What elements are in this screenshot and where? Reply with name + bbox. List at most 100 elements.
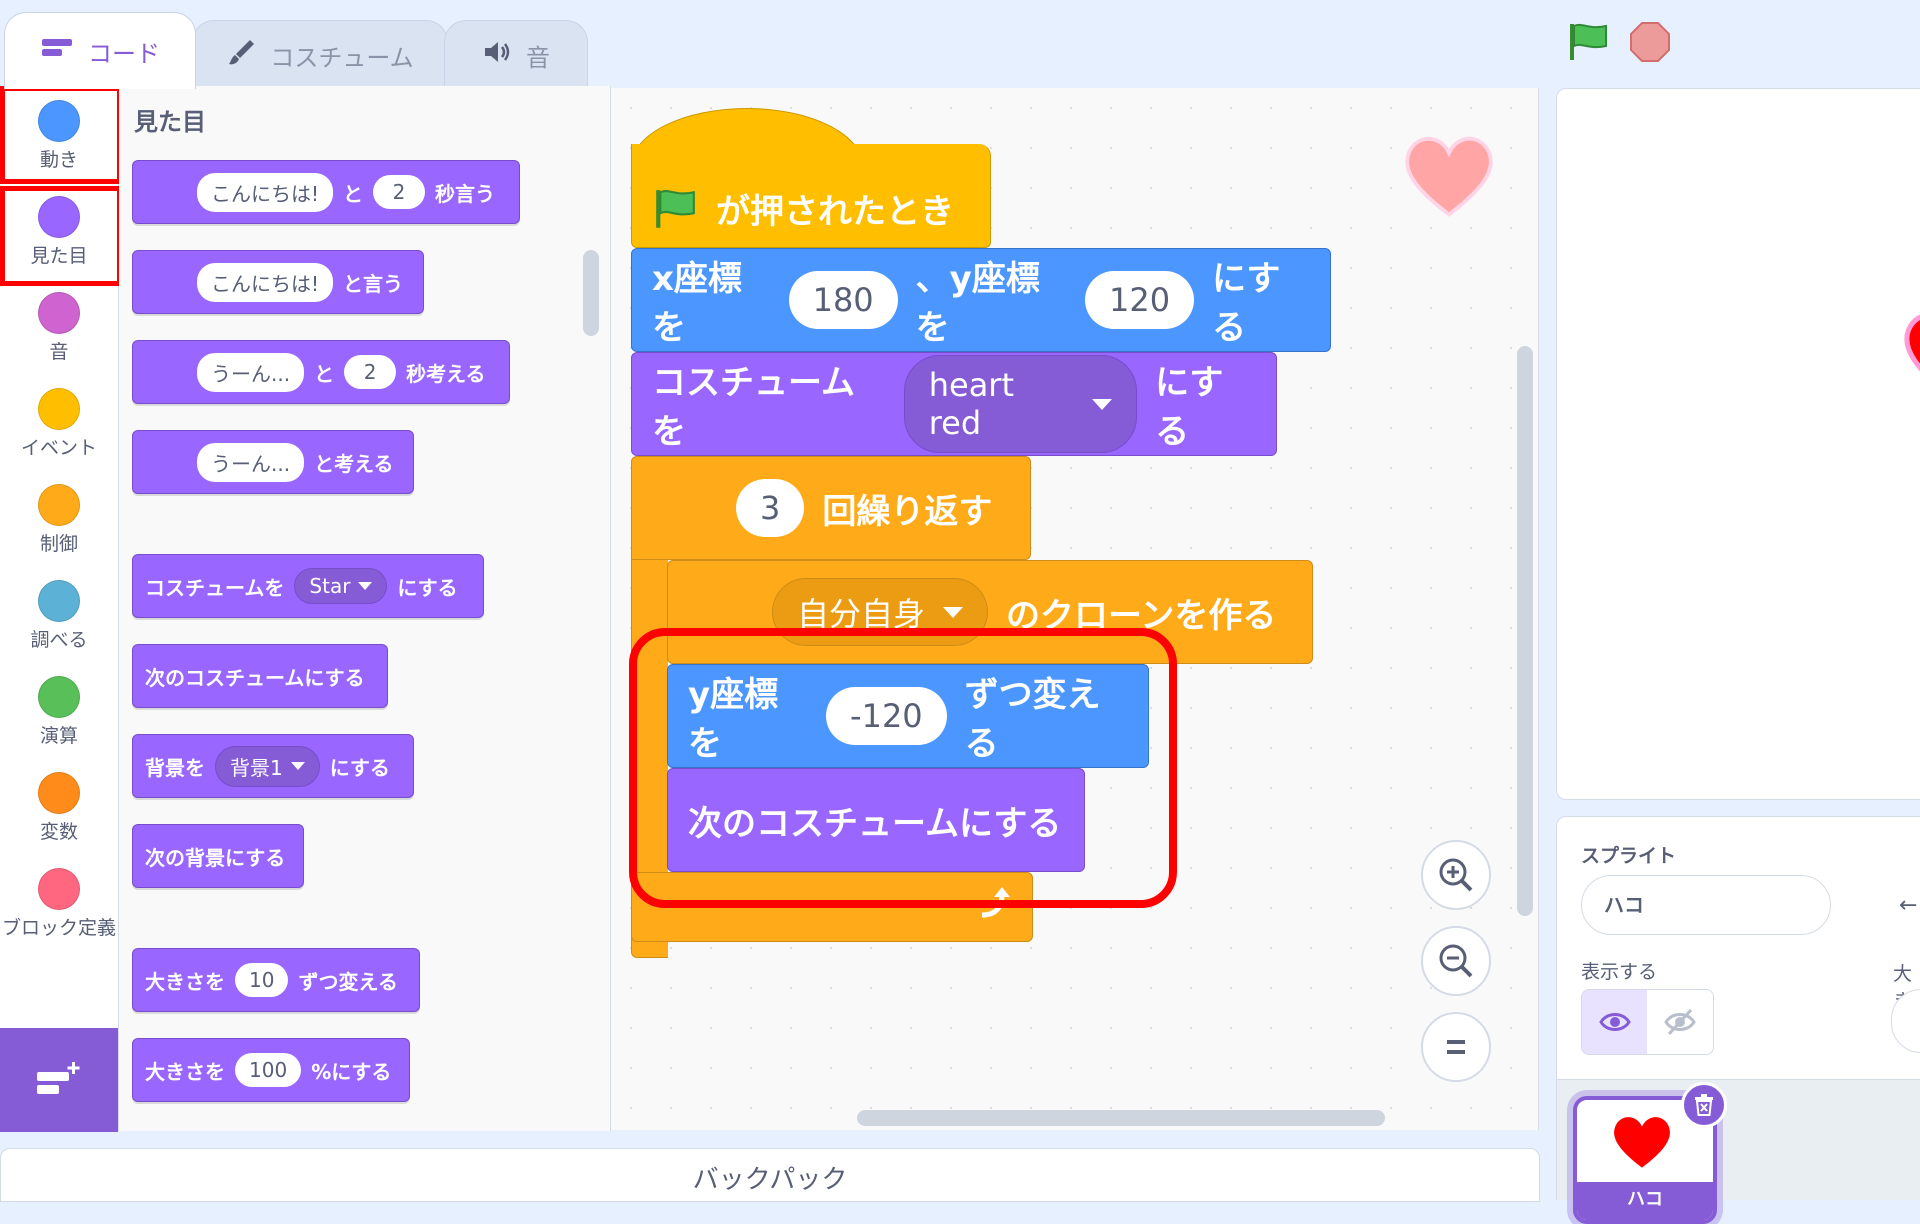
say-secs-input[interactable]: 2 — [373, 175, 426, 209]
current-sprite-heart-icon — [1401, 128, 1497, 224]
show-sprite-button[interactable] — [1581, 989, 1649, 1055]
stage-sprite-heart-icon — [1895, 289, 1920, 409]
sprite-name-label: スプライト — [1581, 845, 1677, 867]
change-size-input[interactable]: 10 — [235, 963, 289, 997]
tab-code[interactable]: コード — [4, 12, 196, 89]
tab-sounds-label: 音 — [526, 43, 550, 72]
think-text-input[interactable]: うーん... — [197, 352, 305, 392]
set-size-input[interactable]: 100 — [235, 1053, 302, 1087]
backpack[interactable]: バックパック — [0, 1148, 1540, 1202]
costume-dropdown-value: Star — [309, 574, 351, 598]
say-text-input[interactable]: こんにちは! — [197, 172, 334, 212]
dropdown-arrow-icon — [290, 762, 305, 770]
think-block[interactable]: うーん... と考える — [132, 430, 414, 494]
highlight-box-motion — [0, 86, 122, 184]
think-secs-input[interactable]: 2 — [344, 355, 397, 389]
sprite-tile-name: ハコ — [1577, 1182, 1713, 1220]
think-text-input[interactable]: うーん... — [197, 442, 305, 482]
zoom-reset-button[interactable] — [1421, 1012, 1491, 1082]
my-blocks-color-dot — [38, 868, 80, 910]
zoom-out-button[interactable] — [1421, 926, 1491, 996]
say-for-secs-block[interactable]: こんにちは! と 2 秒言う — [132, 160, 520, 224]
trash-icon — [1695, 1094, 1713, 1116]
switch-costume-block[interactable]: コスチュームを heart red にする — [631, 352, 1277, 456]
change-size-block[interactable]: 大きさを 10 ずつ変える — [132, 948, 420, 1012]
tab-sounds[interactable]: 音 — [444, 20, 588, 89]
zoom-reset-icon — [1447, 1040, 1465, 1054]
backdrop-dropdown[interactable]: 背景1 — [215, 745, 320, 787]
dropdown-arrow-icon — [943, 606, 964, 618]
category-variables[interactable]: 変数 — [0, 772, 118, 846]
workspace-horizontal-scrollbar[interactable] — [857, 1110, 1385, 1126]
block-text: 次の背景にする — [145, 845, 286, 870]
say-block[interactable]: こんにちは! と言う — [132, 250, 424, 314]
costume-dropdown[interactable]: Star — [294, 568, 388, 604]
stage[interactable] — [1556, 88, 1920, 800]
speaker-icon — [482, 39, 512, 72]
block-text: 秒言う — [435, 181, 496, 206]
say-text-input[interactable]: こんにちは! — [197, 262, 334, 302]
switch-backdrop-block[interactable]: 背景を 背景1 にする — [132, 734, 414, 798]
next-backdrop-block[interactable]: 次の背景にする — [132, 824, 304, 888]
stop-button[interactable] — [1630, 22, 1670, 62]
repeat-block[interactable]: 3 回繰り返す — [631, 456, 1031, 560]
block-text: 大きさを — [145, 969, 225, 994]
block-text: と言う — [343, 271, 404, 296]
category-my-blocks[interactable]: ブロック定義 — [0, 868, 118, 942]
block-text: 回繰り返す — [822, 491, 993, 532]
go-to-xy-block[interactable]: x座標を 180 、y座標を 120 にする — [631, 248, 1331, 352]
category-operators[interactable]: 演算 — [0, 676, 118, 750]
category-sensing[interactable]: 調べる — [0, 580, 118, 654]
variables-color-dot — [38, 772, 80, 814]
sprite-info-panel: スプライト ハコ ← 表示する 大き — [1556, 816, 1920, 1080]
block-text: コスチュームを — [652, 363, 855, 452]
workspace-vertical-scrollbar[interactable] — [1517, 346, 1533, 916]
highlight-box-script — [629, 628, 1177, 908]
block-text: コスチュームを — [145, 575, 285, 600]
x-input[interactable]: 180 — [788, 271, 898, 329]
control-color-dot — [38, 484, 80, 526]
next-costume-block[interactable]: 次のコスチュームにする — [132, 644, 388, 708]
script-workspace[interactable]: が押されたとき x座標を 180 、y座標を 120 にする コスチュームを h… — [611, 88, 1539, 1130]
switch-costume-block[interactable]: コスチュームを Star にする — [132, 554, 484, 618]
category-label: 演算 — [39, 725, 78, 747]
block-text: にする — [1155, 363, 1224, 452]
category-label: 音 — [49, 341, 69, 363]
block-text: と — [314, 361, 335, 386]
add-extension-button[interactable] — [0, 1028, 118, 1132]
events-color-dot — [38, 388, 80, 430]
y-input[interactable]: 120 — [1085, 271, 1195, 329]
category-control[interactable]: 制御 — [0, 484, 118, 558]
palette-scrollbar[interactable] — [583, 250, 599, 336]
eye-slash-icon — [1664, 1008, 1696, 1036]
category-sound[interactable]: 音 — [0, 292, 118, 366]
zoom-in-icon — [1439, 858, 1473, 892]
block-text: にする — [1212, 259, 1281, 348]
green-flag-button[interactable] — [1566, 20, 1610, 64]
think-for-secs-block[interactable]: うーん... と 2 秒考える — [132, 340, 510, 404]
dropdown-arrow-icon — [1092, 398, 1113, 410]
tab-costumes[interactable]: コスチューム — [192, 20, 448, 89]
repeat-count-input[interactable]: 3 — [736, 479, 805, 537]
code-icon — [40, 36, 74, 67]
tab-costumes-label: コスチューム — [270, 43, 414, 72]
when-flag-clicked-block[interactable]: が押されたとき — [631, 144, 991, 248]
backpack-label: バックパック — [692, 1165, 848, 1195]
block-text: 、y座標を — [915, 259, 1040, 348]
block-text: 背景を — [145, 755, 205, 780]
category-events[interactable]: イベント — [0, 388, 118, 462]
block-text: x座標を — [652, 259, 742, 348]
zoom-in-button[interactable] — [1421, 840, 1491, 910]
sound-color-dot — [38, 292, 80, 334]
block-text: が押されたとき — [716, 192, 954, 232]
extension-icon — [37, 1062, 80, 1094]
sprite-heart-icon — [1614, 1117, 1670, 1168]
delete-sprite-button[interactable] — [1681, 1082, 1727, 1128]
show-label: 表示する — [1581, 961, 1658, 983]
sprite-name-input[interactable]: ハコ — [1581, 875, 1831, 935]
costume-dropdown[interactable]: heart red — [903, 355, 1138, 453]
set-size-block[interactable]: 大きさを 100 %にする — [132, 1038, 410, 1102]
highlight-box-looks — [0, 186, 122, 286]
hide-sprite-button[interactable] — [1647, 989, 1714, 1055]
category-label: イベント — [20, 437, 97, 459]
